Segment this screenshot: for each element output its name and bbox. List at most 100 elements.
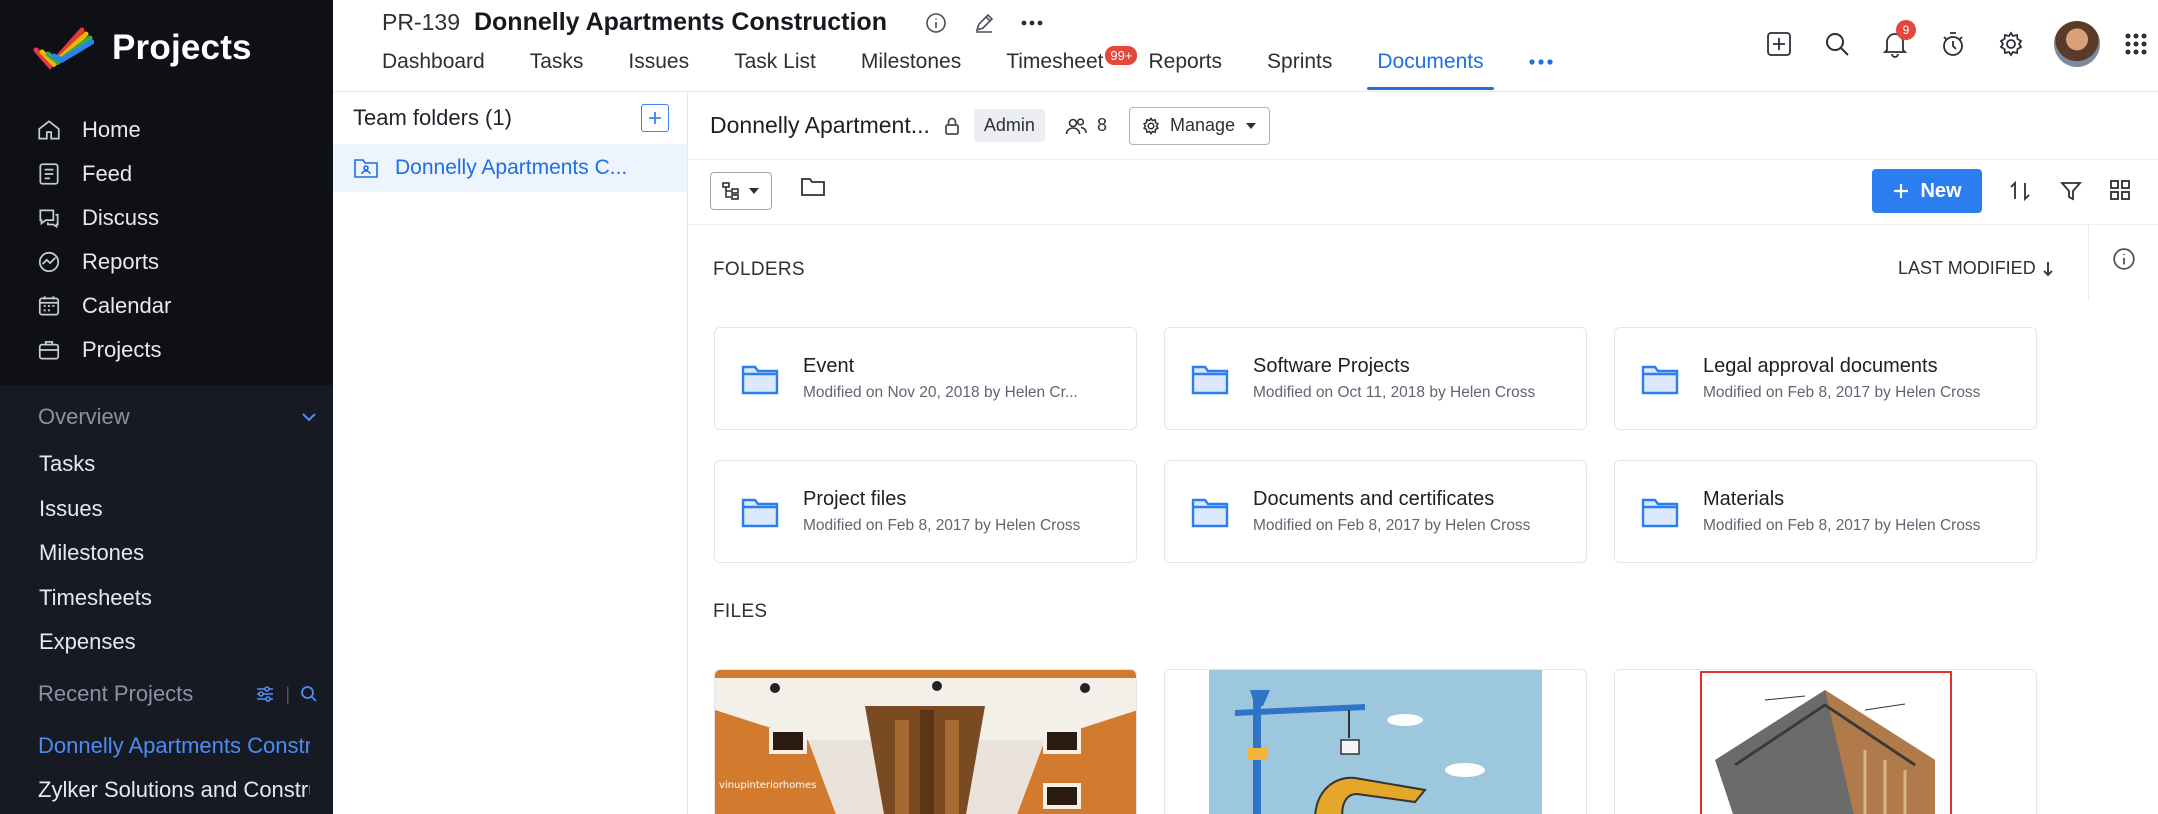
chevron-down-icon <box>302 413 316 422</box>
recent-projects-list: Donnelly Apartments Construction Zylker … <box>38 724 310 812</box>
filter-button[interactable] <box>2060 179 2082 203</box>
more-horizontal-icon[interactable] <box>1021 19 1043 27</box>
recent-project-item[interactable]: Zylker Solutions and Construction <box>38 768 310 812</box>
info-icon[interactable] <box>925 12 947 34</box>
nav-item-discuss[interactable]: Discuss <box>36 196 171 240</box>
main-nav: Home Feed Discuss Reports Calendar Proje… <box>36 108 171 372</box>
global-search-button[interactable] <box>1808 18 1866 70</box>
nav-item-reports[interactable]: Reports <box>36 240 171 284</box>
interior-ceiling-thumbnail: vinupinteriorhomes <box>715 670 1136 814</box>
folder-card[interactable]: Materials Modified on Feb 8, 2017 by Hele… <box>1614 460 2037 563</box>
tab-issues[interactable]: Issues <box>628 50 689 90</box>
timer-button[interactable] <box>1924 18 1982 70</box>
overview-item-tasks[interactable]: Tasks <box>39 442 152 487</box>
filter-sliders-icon[interactable] <box>255 685 275 703</box>
tree-view-dropdown[interactable] <box>710 172 772 210</box>
team-folder-icon <box>354 159 378 178</box>
nav-item-projects[interactable]: Projects <box>36 328 171 372</box>
nav-item-home[interactable]: Home <box>36 108 171 152</box>
folder-meta: Modified on Oct 11, 2018 by Helen Cross <box>1253 384 1536 401</box>
gear-icon <box>1142 116 1159 135</box>
project-title-bar: PR-139 Donnelly Apartments Construction <box>382 8 1043 37</box>
quick-add-button[interactable] <box>1750 18 1808 70</box>
folder-card[interactable]: Event Modified on Nov 20, 2018 by Helen C… <box>714 327 1137 430</box>
projects-logo-icon <box>33 27 94 70</box>
projects-icon <box>38 341 60 360</box>
nav-label: Feed <box>82 161 133 186</box>
tab-documents[interactable]: Documents <box>1367 50 1494 90</box>
search-icon[interactable] <box>300 685 318 703</box>
tab-tasks[interactable]: Tasks <box>530 50 584 90</box>
header-actions: 9 <box>1750 18 2158 70</box>
folder-icon <box>741 365 779 394</box>
tab-label: Dashboard <box>382 50 485 73</box>
grid-dots-icon <box>2125 33 2147 55</box>
team-folder-item[interactable]: Donnelly Apartments C... <box>333 144 687 192</box>
folder-info: Materials Modified on Feb 8, 2017 by Hele… <box>1703 488 1980 535</box>
nav-item-calendar[interactable]: Calendar <box>36 284 171 328</box>
overview-item-milestones[interactable]: Milestones <box>39 531 152 576</box>
tab-milestones[interactable]: Milestones <box>861 50 961 90</box>
folder-card[interactable]: Software Projects Modified on Oct 11, 201… <box>1164 327 1587 430</box>
grid-view-button[interactable] <box>2109 179 2131 201</box>
folder-info: Legal approval documents Modified on Feb … <box>1703 355 1980 402</box>
tab-label: Task List <box>734 50 816 73</box>
overview-item-timesheets[interactable]: Timesheets <box>39 576 152 621</box>
document-folder-header: Donnelly Apartment... Admin 8 Manage <box>688 92 2158 160</box>
settings-button[interactable] <box>1982 18 2040 70</box>
edit-pen-icon[interactable] <box>973 12 995 34</box>
overview-section-toggle[interactable]: Overview <box>38 404 318 430</box>
current-folder-name: Donnelly Apartment... <box>710 112 930 138</box>
folder-card[interactable]: Legal approval documents Modified on Feb … <box>1614 327 2037 430</box>
app-switcher-button[interactable] <box>2114 18 2158 70</box>
nav-item-feed[interactable]: Feed <box>36 152 171 196</box>
file-card[interactable] <box>1614 669 2037 814</box>
tab-dashboard[interactable]: Dashboard <box>382 50 485 90</box>
lock-icon <box>945 117 959 135</box>
overview-item-issues[interactable]: Issues <box>39 487 152 532</box>
notifications-button[interactable]: 9 <box>1866 18 1924 70</box>
tab-label: Milestones <box>860 50 962 73</box>
app-logo[interactable]: Projects <box>30 22 252 74</box>
members-button[interactable]: 8 <box>1065 115 1107 136</box>
folder-meta: Modified on Nov 20, 2018 by Helen Cr... <box>803 384 1078 401</box>
grid-view-icon <box>2110 180 2130 200</box>
tab-label: Sprints <box>1267 50 1333 73</box>
users-icon <box>1065 117 1087 134</box>
tab-label: Timesheet <box>1006 50 1104 73</box>
tab-reports[interactable]: Reports <box>1148 50 1222 90</box>
folder-name: Project files <box>803 488 907 510</box>
discuss-icon <box>39 209 59 229</box>
team-folder-label: Donnelly Apartments C... <box>395 156 628 179</box>
tab-sprints[interactable]: Sprints <box>1267 50 1332 90</box>
tab-timesheet[interactable]: Timesheet 99+ <box>1006 46 1138 90</box>
tab-label: Reports <box>1148 50 1223 73</box>
folder-info: Documents and certificates Modified on Fe… <box>1253 488 1530 535</box>
tab-task-list[interactable]: Task List <box>734 50 816 90</box>
nav-label: Home <box>82 117 141 142</box>
construction-crane-thumbnail <box>1165 670 1586 814</box>
new-button[interactable]: New <box>1872 169 1982 213</box>
plus-icon <box>1894 184 1909 198</box>
feed-icon <box>39 163 59 185</box>
recent-project-item[interactable]: Donnelly Apartments Construction <box>38 724 310 768</box>
sort-button[interactable] <box>2009 179 2031 203</box>
role-badge: Admin <box>973 109 1045 142</box>
overview-item-expenses[interactable]: Expenses <box>39 620 152 665</box>
folder-card[interactable]: Project files Modified on Feb 8, 2017 by … <box>714 460 1137 563</box>
sidebar: Projects Home Feed Discuss Reports Calen… <box>0 0 333 814</box>
manage-dropdown[interactable]: Manage <box>1128 106 1271 145</box>
file-card[interactable]: vinupinteriorhomes <box>714 669 1137 814</box>
stopwatch-icon <box>1943 32 1963 56</box>
info-icon <box>2112 248 2135 270</box>
add-team-folder-button[interactable] <box>641 104 669 132</box>
details-panel-toggle[interactable] <box>2088 225 2158 300</box>
sort-by-button[interactable]: LAST MODIFIED <box>1898 258 2054 279</box>
folder-view-button[interactable] <box>800 176 826 198</box>
roof-diagram-thumbnail <box>1615 670 2036 814</box>
file-card[interactable] <box>1164 669 1587 814</box>
plus-square-icon <box>1767 32 1791 56</box>
folder-card[interactable]: Documents and certificates Modified on Fe… <box>1164 460 1587 563</box>
tabs-more-button[interactable] <box>1528 50 1553 90</box>
user-avatar[interactable] <box>2054 21 2100 67</box>
